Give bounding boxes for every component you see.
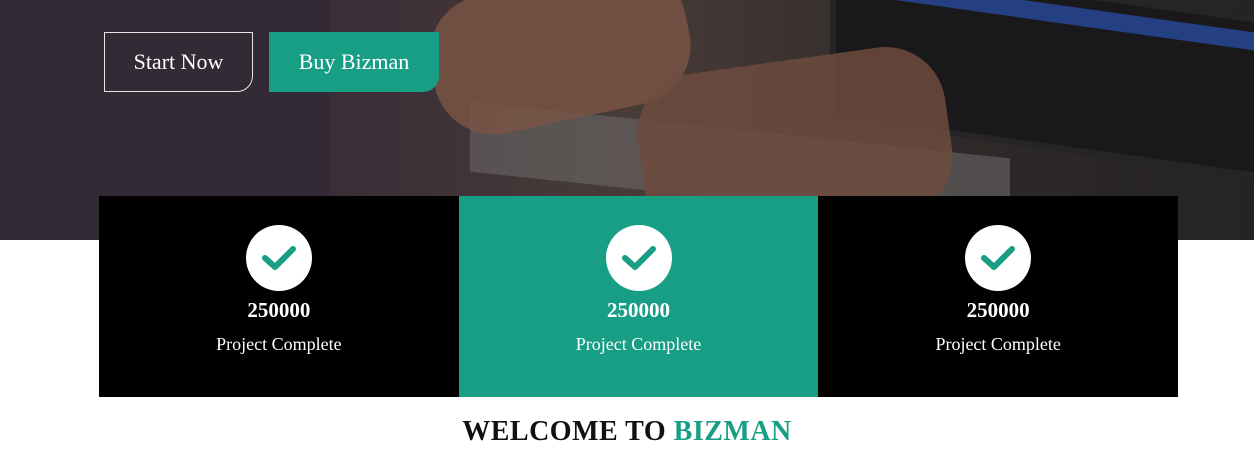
stat-card: 250000 Project Complete	[818, 196, 1179, 397]
start-now-button[interactable]: Start Now	[104, 32, 253, 92]
buy-bizman-button[interactable]: Buy Bizman	[269, 32, 439, 92]
stat-label: Project Complete	[935, 334, 1061, 354]
welcome-brand: BIZMAN	[673, 416, 792, 447]
welcome-prefix: WELCOME TO	[462, 416, 667, 447]
check-icon	[245, 225, 312, 291]
stat-value: 250000	[966, 298, 1030, 322]
stat-value: 250000	[607, 298, 670, 322]
check-icon	[605, 225, 672, 291]
stat-card: 250000 Project Complete	[458, 196, 819, 397]
stat-label: Project Complete	[216, 334, 342, 354]
stat-card: 250000 Project Complete	[99, 196, 459, 397]
stat-label: Project Complete	[575, 334, 702, 354]
stat-value: 250000	[247, 298, 311, 322]
stats-row: 250000 Project Complete 250000 Project C…	[99, 196, 1179, 397]
welcome-heading: WELCOME TO BIZMAN	[0, 416, 1254, 448]
check-icon	[965, 225, 1032, 291]
